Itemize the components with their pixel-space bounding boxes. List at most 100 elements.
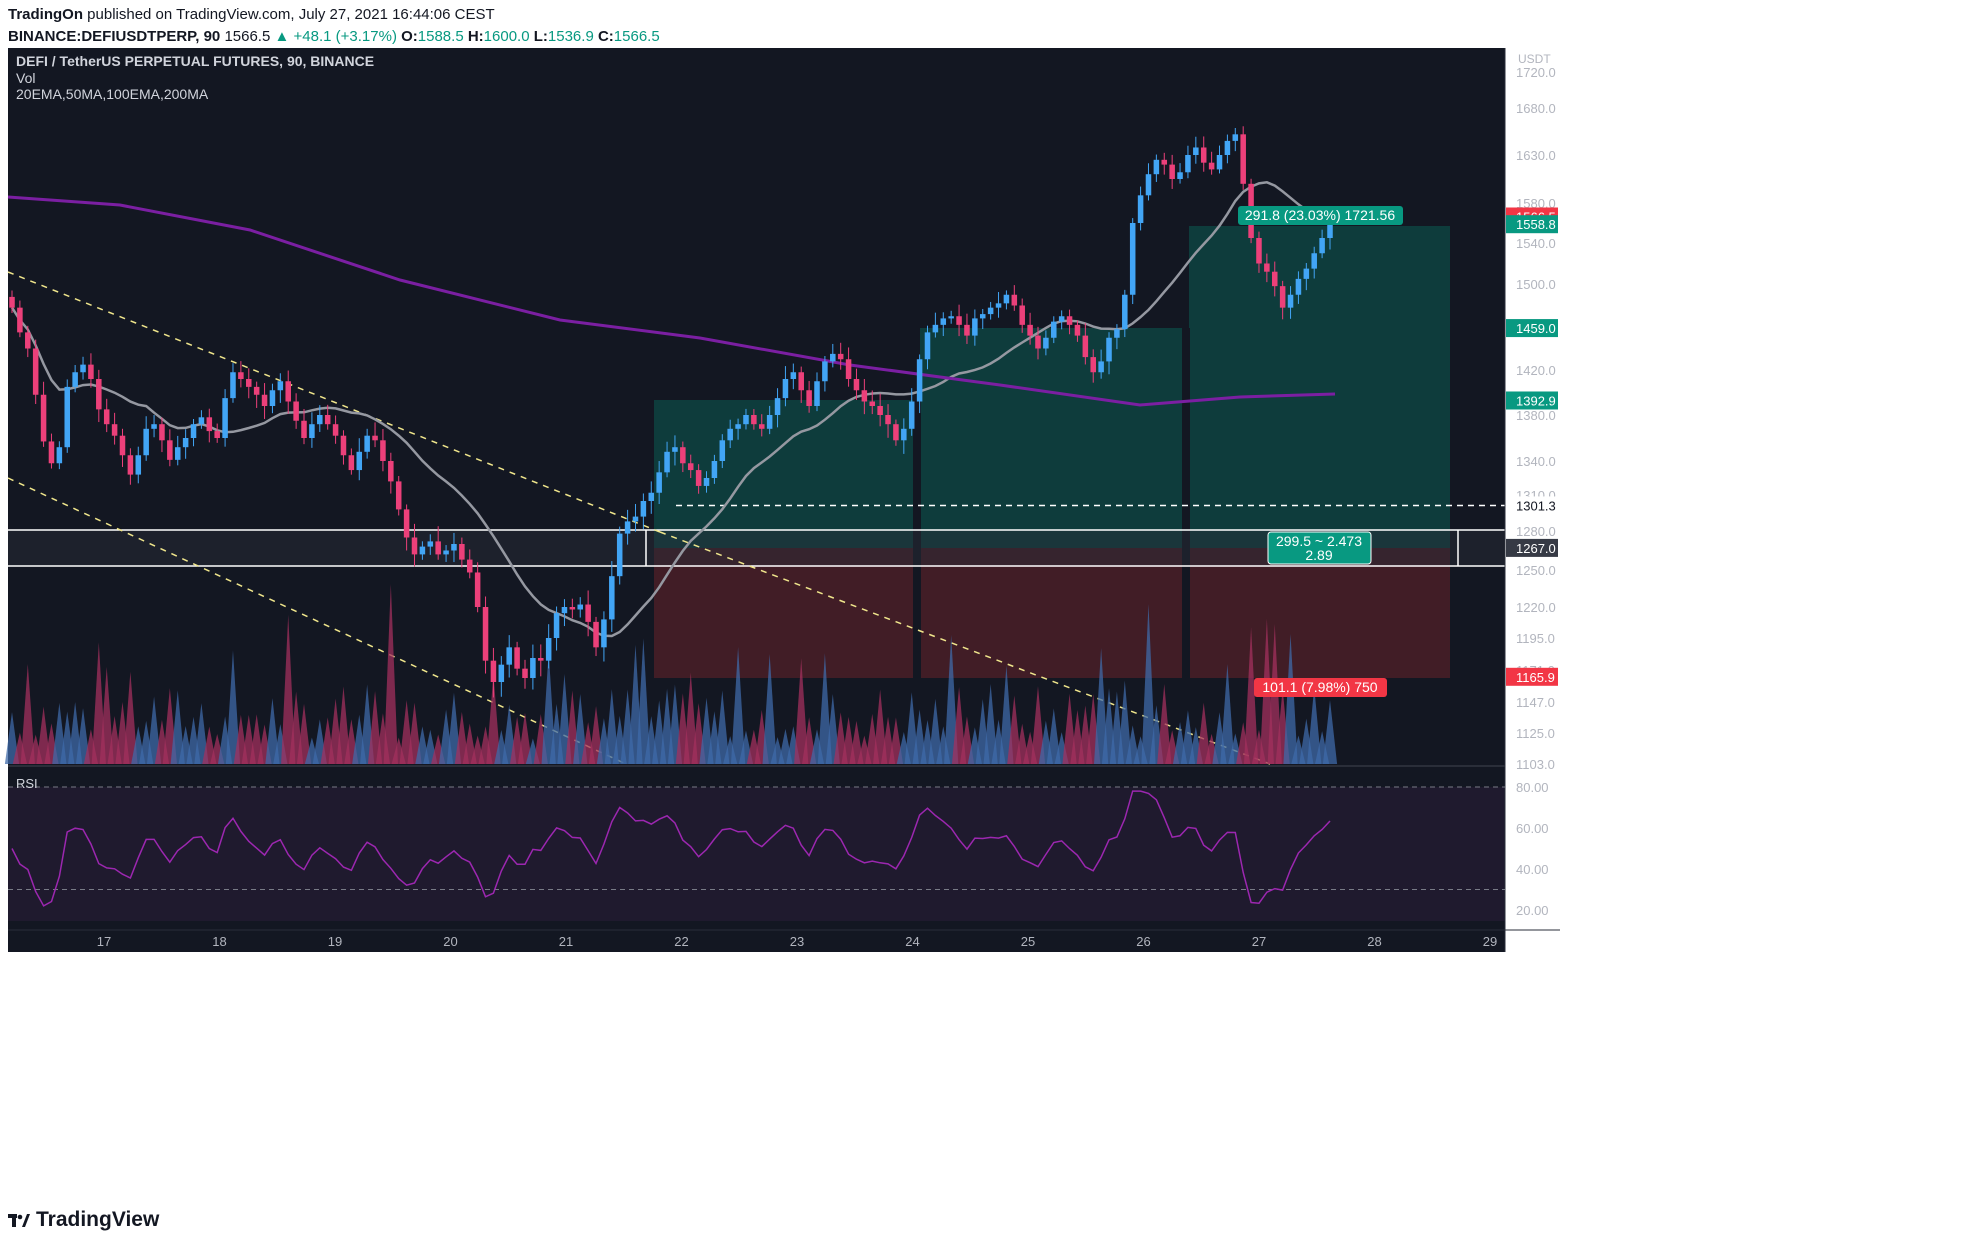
price-tick-label: 1340.0 (1516, 454, 1556, 469)
candle-body (395, 481, 402, 510)
candle-body (774, 398, 781, 415)
time-tick-label: 20 (443, 934, 457, 949)
candle-body (135, 455, 142, 475)
candle-body (1058, 316, 1065, 322)
candle-body (119, 435, 126, 456)
candle-body (1137, 195, 1144, 223)
candle-body (1051, 321, 1057, 338)
target-badge-text: 291.8 (23.03%) 1721.56 (1245, 207, 1395, 223)
rsi-tick-label: 20.00 (1516, 903, 1549, 918)
candle-body (151, 424, 157, 429)
candle-body (1311, 253, 1317, 269)
legend-mas: 20EMA,50MA,100EMA,200MA (16, 86, 209, 102)
candle-body (1185, 155, 1191, 173)
candle-body (766, 415, 773, 429)
time-tick-label: 17 (97, 934, 111, 949)
candle-body (56, 447, 63, 464)
candle-body (940, 318, 947, 325)
stop-badge-text: 101.1 (7.98%) 750 (1262, 679, 1377, 695)
candle-body (1161, 159, 1168, 165)
price-label: 1301.3 (1506, 496, 1558, 515)
candle-body (246, 379, 252, 387)
price-tick-label: 1630.0 (1516, 148, 1556, 163)
rsi-tick-label: 80.00 (1516, 780, 1549, 795)
candle-body (411, 537, 418, 555)
candle-body (1271, 271, 1278, 287)
price-chart[interactable]: 291.8 (23.03%) 1721.56 299.5 ~ 2.4732.89 1… (0, 0, 1965, 1247)
legend-vol: Vol (16, 70, 35, 86)
candle-body (1264, 263, 1270, 272)
candle-body (853, 379, 860, 391)
candle-body (174, 447, 181, 460)
rsi-band-background (8, 787, 1505, 921)
ratio-badge-text: 2.89 (1305, 547, 1332, 563)
candle-body (522, 668, 528, 678)
candle-body (348, 455, 355, 471)
candle-body (822, 361, 828, 382)
price-tick-label: 1720.0 (1516, 65, 1556, 80)
candle-body (995, 303, 1002, 308)
candle-body (632, 516, 639, 522)
candle-body (506, 647, 512, 665)
candle-body (167, 440, 173, 460)
candle-body (1074, 324, 1081, 336)
candle-body (103, 409, 110, 425)
candle-body (9, 296, 15, 308)
candle-body (88, 364, 94, 379)
candle-body (514, 647, 520, 669)
time-tick-label: 28 (1367, 934, 1381, 949)
candle-body (1279, 286, 1286, 308)
time-tick-label: 29 (1483, 934, 1497, 949)
candle-body (972, 318, 978, 336)
candle-body (340, 435, 347, 456)
candle-body (569, 607, 576, 610)
candle-body (782, 379, 789, 399)
candle-body (790, 372, 797, 379)
candle-body (577, 604, 584, 610)
price-tick-label: 1500.0 (1516, 277, 1556, 292)
time-tick-label: 19 (328, 934, 342, 949)
candle-body (1122, 294, 1128, 330)
candle-body (1003, 294, 1010, 304)
candle-body (17, 307, 23, 333)
candle-body (585, 604, 591, 622)
candle-body (601, 619, 607, 648)
candle-body (703, 478, 710, 486)
currency-label: USDT (1518, 52, 1551, 66)
price-tick-label: 1280.0 (1516, 524, 1556, 539)
candle-body (182, 438, 189, 448)
candle-body (727, 428, 733, 441)
candle-body (916, 359, 923, 402)
candle-body (640, 501, 647, 517)
price-tick-label: 1125.0 (1516, 726, 1555, 741)
candle-body (593, 621, 599, 648)
price-label: 1165.9 (1506, 667, 1558, 686)
candle-body (222, 398, 228, 438)
candle-body (1224, 140, 1231, 155)
candle-body (561, 607, 568, 614)
candle-body (451, 544, 457, 551)
candle-body (901, 428, 907, 441)
candle-body (40, 394, 47, 442)
time-tick-label: 27 (1252, 934, 1266, 949)
time-tick-label: 21 (559, 934, 573, 949)
candle-body (332, 424, 339, 436)
candle-body (1027, 324, 1033, 336)
price-label-text: 1267.0 (1516, 541, 1556, 556)
candle-body (1319, 238, 1325, 254)
tradingview-logo-icon (8, 1214, 30, 1227)
candle-body (1011, 294, 1018, 306)
price-label-text: 1558.8 (1516, 217, 1556, 232)
candle-body (869, 401, 876, 406)
price-tick-label: 1380.0 (1516, 408, 1556, 423)
candle-body (159, 424, 165, 441)
tradingview-logo: TradingView (8, 1208, 159, 1232)
candle-body (530, 658, 536, 678)
candle-body (388, 461, 394, 482)
candle-body (190, 424, 197, 438)
candle-body (1153, 159, 1160, 175)
candle-body (687, 463, 694, 471)
candle-body (443, 550, 449, 555)
candle-body (403, 509, 410, 538)
candle-body (474, 572, 481, 607)
